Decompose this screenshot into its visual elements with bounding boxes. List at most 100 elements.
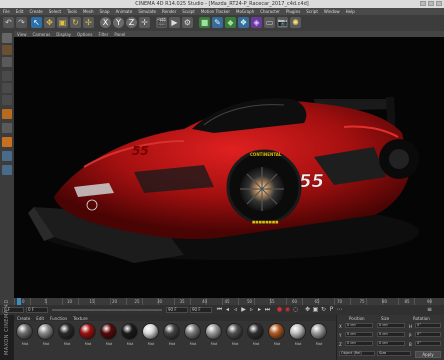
rotation-key-icon[interactable]: ↻ xyxy=(320,307,327,313)
goto-end-icon[interactable]: ⏭ xyxy=(264,307,271,313)
move-tool-icon[interactable]: ✥ xyxy=(44,17,55,28)
material-swatch[interactable]: Mat xyxy=(289,323,307,351)
animation-timeline[interactable]: 0 5 10 15 20 25 30 35 40 45 50 55 60 65 70 75 80 85 90 xyxy=(14,298,444,305)
material-swatch[interactable]: Mat xyxy=(268,323,286,351)
coordinate-system-icon[interactable]: ✛ xyxy=(139,17,150,28)
array-icon[interactable]: ❖ xyxy=(238,17,249,28)
apply-button[interactable]: Apply xyxy=(415,351,441,358)
size-field[interactable]: 0 cm xyxy=(377,341,405,346)
material-swatch[interactable]: Mat xyxy=(205,323,223,351)
render-settings-icon[interactable]: ⚙ xyxy=(182,17,193,28)
material-swatch[interactable]: Mat xyxy=(79,323,97,351)
playhead[interactable] xyxy=(17,298,21,305)
parameter-key-icon[interactable]: P xyxy=(328,307,335,313)
material-menu-function[interactable]: Function xyxy=(47,316,70,321)
menu-item-mesh[interactable]: Mesh xyxy=(80,8,97,15)
menu-item-select[interactable]: Select xyxy=(46,8,64,15)
menu-item-character[interactable]: Character xyxy=(257,8,283,15)
menu-item-sculpt[interactable]: Sculpt xyxy=(179,8,198,15)
material-swatch[interactable]: Mat xyxy=(142,323,160,351)
prev-frame-icon[interactable]: ◃ xyxy=(232,307,239,313)
minimize-icon[interactable] xyxy=(420,1,426,6)
deformer-icon[interactable]: ◈ xyxy=(251,17,262,28)
goto-start-icon[interactable]: ⏮ xyxy=(216,307,223,313)
viewport-menu-filter[interactable]: Filter xyxy=(95,32,111,37)
material-swatch[interactable]: Mat xyxy=(37,323,55,351)
viewport-menu-options[interactable]: Options xyxy=(74,32,95,37)
make-editable-icon[interactable] xyxy=(2,33,12,43)
rotation-field[interactable]: 0° xyxy=(415,323,441,328)
edges-mode-icon[interactable] xyxy=(2,83,12,93)
size-field[interactable]: 0 cm xyxy=(377,323,405,328)
menu-item-help[interactable]: Help xyxy=(343,8,358,15)
menu-item-snap[interactable]: Snap xyxy=(96,8,112,15)
model-mode-icon[interactable] xyxy=(2,45,12,55)
render-picture-viewer-icon[interactable]: ▶ xyxy=(169,17,180,28)
size-field[interactable]: 0 cm xyxy=(377,332,405,337)
material-swatch[interactable]: Mat xyxy=(16,323,34,351)
close-icon[interactable] xyxy=(436,1,442,6)
scale-tool-icon[interactable]: ▣ xyxy=(57,17,68,28)
next-frame-icon[interactable]: ▹ xyxy=(248,307,255,313)
scale-key-icon[interactable]: ▣ xyxy=(312,307,319,313)
menu-item-script[interactable]: Script xyxy=(303,8,321,15)
keyframe-selection-icon[interactable]: ◌ xyxy=(292,307,299,313)
rotation-field[interactable]: 0° xyxy=(415,332,441,337)
locked-workplane-icon[interactable] xyxy=(2,165,12,175)
material-swatch[interactable]: Mat xyxy=(310,323,328,351)
viewport-menu-display[interactable]: Display xyxy=(53,32,74,37)
axis-mode-icon[interactable] xyxy=(2,109,12,119)
z-axis-icon[interactable]: Z xyxy=(126,17,137,28)
prev-key-icon[interactable]: ◂ xyxy=(224,307,231,313)
menu-item-motion-tracker[interactable]: Motion Tracker xyxy=(198,8,233,15)
position-field[interactable]: 0 cm xyxy=(345,323,373,328)
frame-end-field[interactable]: 90 F xyxy=(166,307,188,313)
coordinate-mode-select[interactable]: Object (Rel) xyxy=(339,351,375,356)
preview-range-slider[interactable] xyxy=(52,309,162,311)
y-axis-icon[interactable]: Y xyxy=(113,17,124,28)
camera-icon[interactable]: 📷 xyxy=(277,17,288,28)
play-icon[interactable]: ▶ xyxy=(240,307,247,313)
record-icon[interactable]: ● xyxy=(276,307,283,313)
frame-max-field[interactable]: 90 F xyxy=(190,307,212,313)
rotation-field[interactable]: 0° xyxy=(415,341,441,346)
autokey-icon[interactable]: ◉ xyxy=(284,307,291,313)
point-level-key-icon[interactable]: ⋯ xyxy=(336,307,343,313)
position-field[interactable]: 0 cm xyxy=(345,341,373,346)
material-menu-texture[interactable]: Texture xyxy=(70,316,91,321)
material-menu-edit[interactable]: Edit xyxy=(33,316,47,321)
menu-item-window[interactable]: Window xyxy=(321,8,343,15)
viewport-menu-panel[interactable]: Panel xyxy=(111,32,128,37)
menu-item-tools[interactable]: Tools xyxy=(64,8,80,15)
timeline-menu-icon[interactable]: ≡ xyxy=(426,307,433,313)
menu-item-mograph[interactable]: MoGraph xyxy=(233,8,257,15)
rotate-tool-icon[interactable]: ↻ xyxy=(70,17,81,28)
tweak-mode-icon[interactable] xyxy=(2,123,12,133)
pen-spline-icon[interactable]: ✎ xyxy=(212,17,223,28)
position-field[interactable]: 0 cm xyxy=(345,332,373,337)
menu-item-file[interactable]: File xyxy=(0,8,13,15)
points-mode-icon[interactable] xyxy=(2,71,12,81)
render-view-icon[interactable]: 🎬 xyxy=(156,17,167,28)
menu-item-create[interactable]: Create xyxy=(26,8,45,15)
workplane-icon[interactable] xyxy=(2,151,12,161)
undo-icon[interactable]: ↶ xyxy=(3,17,14,28)
redo-icon[interactable]: ↷ xyxy=(16,17,27,28)
frame-current-field[interactable]: 0 F xyxy=(26,307,48,313)
recent-tool-icon[interactable]: ✢ xyxy=(83,17,94,28)
maximize-icon[interactable] xyxy=(428,1,434,6)
texture-mode-icon[interactable] xyxy=(2,57,12,67)
material-swatch[interactable]: Mat xyxy=(121,323,139,351)
material-swatch[interactable]: Mat xyxy=(163,323,181,351)
subdivision-surface-icon[interactable]: ◆ xyxy=(225,17,236,28)
viewport-menu-cameras[interactable]: Cameras xyxy=(30,32,54,37)
menu-item-plugins[interactable]: Plugins xyxy=(283,8,303,15)
menu-item-render[interactable]: Render xyxy=(159,8,179,15)
x-axis-icon[interactable]: X xyxy=(100,17,111,28)
3d-viewport[interactable]: 55 55 CONTINENTAL ■■■■■■■■ xyxy=(14,37,444,298)
cube-icon[interactable]: ■ xyxy=(199,17,210,28)
snap-icon[interactable] xyxy=(2,137,12,147)
floor-icon[interactable]: ▭ xyxy=(264,17,275,28)
material-swatch[interactable]: Mat xyxy=(184,323,202,351)
polygons-mode-icon[interactable] xyxy=(2,95,12,105)
